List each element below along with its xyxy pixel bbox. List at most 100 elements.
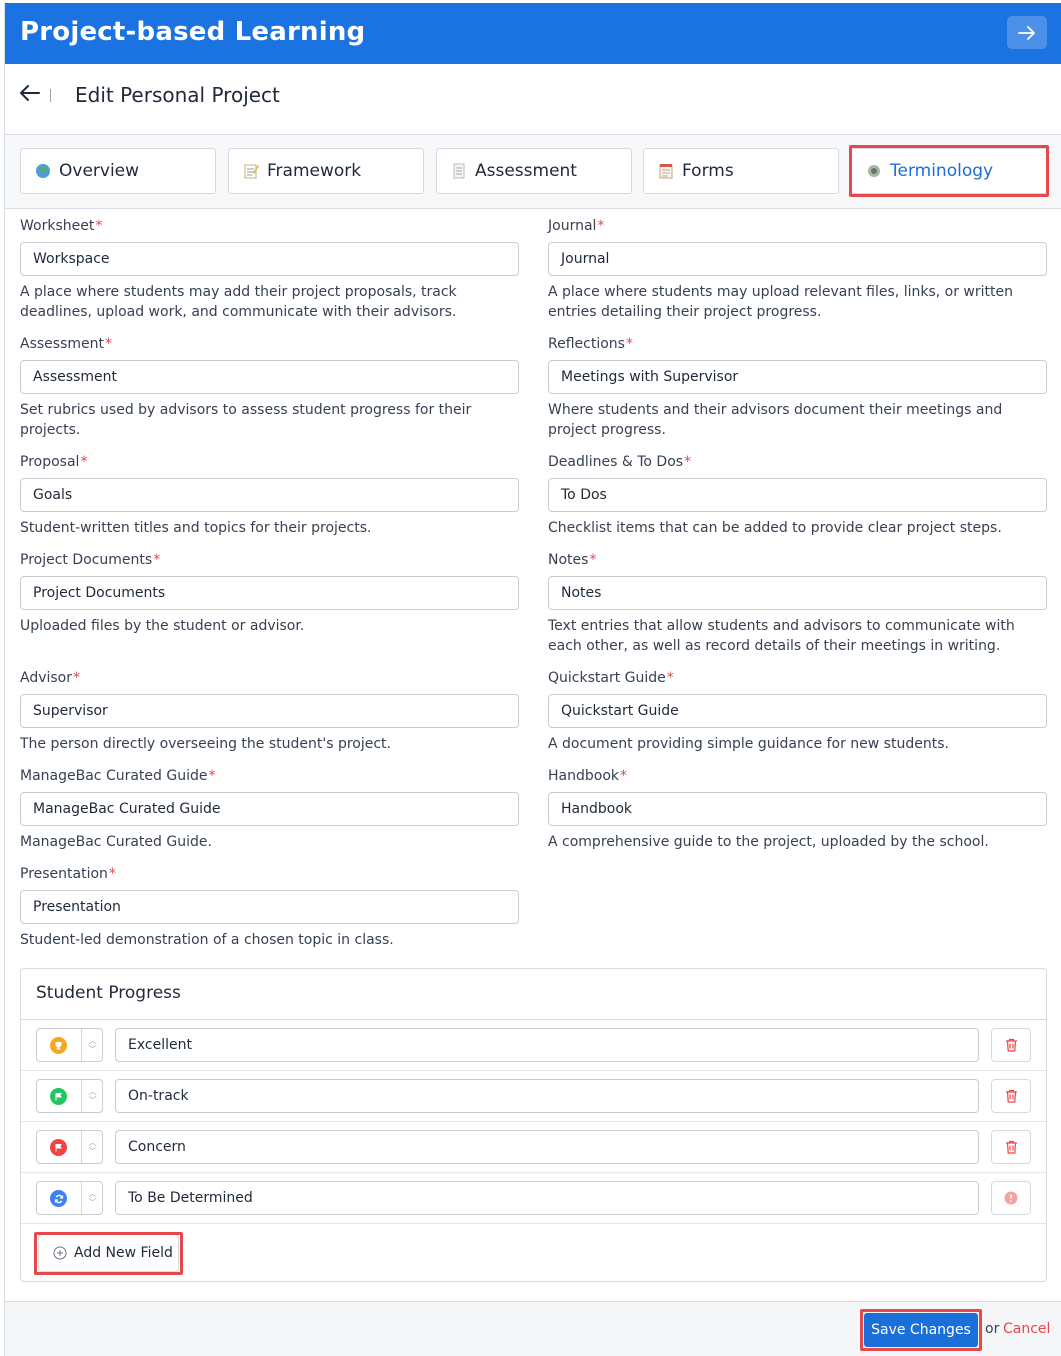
project-documents-input[interactable]: Project Documents [20,576,519,610]
required-marker: * [208,768,216,784]
required-marker: * [73,670,81,686]
icon-stepper[interactable]: ︿ ﹀ [36,1181,103,1215]
handbook-input[interactable]: Handbook [548,792,1047,826]
notes-input[interactable]: Notes [548,576,1047,610]
tab-label: Overview [59,161,140,181]
tab-overview[interactable]: Overview [20,148,216,194]
arrow-left-icon[interactable] [19,82,41,104]
arrow-right-icon [1018,25,1035,40]
required-marker: * [95,218,103,234]
chevron-updown-icon[interactable]: ︿ ﹀ [81,1080,103,1112]
chevron-updown-icon[interactable]: ︿ ﹀ [81,1131,103,1163]
icon-stepper[interactable]: ︿ ﹀ [36,1028,103,1062]
required-marker: * [108,866,116,882]
field-label: Assessment [20,336,104,352]
field-label: Presentation [20,866,108,882]
alert-icon [1004,1191,1018,1205]
journal-field: Journal* Journal A place where students … [548,216,1047,322]
required-marker: * [684,454,692,470]
tab-framework[interactable]: Framework [228,148,424,194]
field-description: A comprehensive guide to the project, up… [548,834,989,850]
trash-icon [1005,1038,1017,1052]
field-description: Student-written titles and topics for th… [20,520,372,536]
or-text: or [985,1321,1000,1337]
delete-button[interactable] [991,1028,1031,1062]
deadlines-field: Deadlines & To Dos* To Dos Checklist ite… [548,452,1047,538]
proposal-input[interactable]: Goals [20,478,519,512]
field-label: Reflections [548,336,625,352]
required-marker: * [104,336,112,352]
tab-assessment[interactable]: Assessment [436,148,632,194]
quickstart-input[interactable]: Quickstart Guide [548,694,1047,728]
assessment-field: Assessment* Assessment Set rubrics used … [20,334,519,440]
document-icon [451,163,467,179]
chevron-updown-icon[interactable]: ︿ ﹀ [81,1029,103,1061]
cancel-link[interactable]: Cancel [1003,1321,1050,1337]
trash-icon [1005,1089,1017,1103]
required-marker: * [80,454,88,470]
proposal-field: Proposal* Goals Student-written titles a… [20,452,519,538]
required-marker: * [597,218,605,234]
field-label: Advisor [20,670,73,686]
deadlines-input[interactable]: To Dos [548,478,1047,512]
field-label: Worksheet [20,218,95,234]
field-label: Journal [548,218,597,234]
field-description: Where students and their advisors docume… [548,402,1003,438]
required-marker: * [620,768,627,784]
field-label: ManageBac Curated Guide [20,768,208,784]
assessment-input[interactable]: Assessment [20,360,519,394]
field-description: Text entries that allow students and adv… [548,618,1015,654]
collapse-button[interactable] [1007,16,1047,49]
app-title: Project-based Learning [20,17,366,47]
presentation-input[interactable]: Presentation [20,890,519,924]
field-description: Set rubrics used by advisors to assess s… [20,402,472,438]
field-label: Proposal [20,454,80,470]
progress-label-input[interactable]: Excellent [115,1028,979,1062]
delete-button[interactable] [991,1130,1031,1164]
reflections-input[interactable]: Meetings with Supervisor [548,360,1047,394]
tab-forms[interactable]: Forms [643,148,839,194]
flag-icon [50,1088,67,1105]
progress-row: ︿ ﹀ To Be Determined [21,1173,1046,1224]
worksheet-input[interactable]: Workspace [20,242,519,276]
info-button [991,1181,1031,1215]
app-window: Project-based Learning Edit Personal Pro… [4,3,1061,1356]
panel-title: Student Progress [36,983,181,1003]
reflections-field: Reflections* Meetings with Supervisor Wh… [548,334,1047,440]
highlight-box [849,145,1049,197]
tab-label: Assessment [475,161,577,181]
journal-input[interactable]: Journal [548,242,1047,276]
field-description: Checklist items that can be added to pro… [548,520,1002,536]
presentation-field: Presentation* Presentation Student-led d… [20,864,519,950]
progress-label-input[interactable]: On-track [115,1079,979,1113]
field-description: ManageBac Curated Guide. [20,834,212,850]
field-label: Notes [548,552,589,568]
delete-button[interactable] [991,1079,1031,1113]
memo-icon [243,163,259,179]
field-description: A document providing simple guidance for… [548,736,949,752]
required-marker: * [153,552,161,568]
tab-label: Framework [267,161,362,181]
tab-label: Forms [682,161,734,181]
progress-label-input[interactable]: To Be Determined [115,1181,979,1215]
curated-guide-field: ManageBac Curated Guide* ManageBac Curat… [20,766,519,852]
curated-guide-input[interactable]: ManageBac Curated Guide [20,792,519,826]
required-marker: * [666,670,674,686]
handbook-field: Handbook* Handbook A comprehensive guide… [548,766,1047,852]
progress-row: ︿ ﹀ Concern [21,1122,1046,1173]
icon-stepper[interactable]: ︿ ﹀ [36,1079,103,1113]
field-label: Handbook [548,768,619,784]
notepad-icon [658,163,674,179]
advisor-input[interactable]: Supervisor [20,694,519,728]
advisor-field: Advisor* Supervisor The person directly … [20,668,519,754]
icon-stepper[interactable]: ︿ ﹀ [36,1130,103,1164]
field-label: Quickstart Guide [548,670,666,686]
field-description: Student-led demonstration of a chosen to… [20,932,394,948]
progress-label-input[interactable]: Concern [115,1130,979,1164]
field-description: A place where students may upload releva… [548,284,1013,320]
chevron-updown-icon[interactable]: ︿ ﹀ [81,1182,103,1214]
tab-bar: Overview Framework Assessment Forms Term… [5,135,1061,209]
progress-row: ︿ ﹀ On-track [21,1071,1046,1122]
trash-icon [1005,1140,1017,1154]
quickstart-field: Quickstart Guide* Quickstart Guide A doc… [548,668,1047,754]
